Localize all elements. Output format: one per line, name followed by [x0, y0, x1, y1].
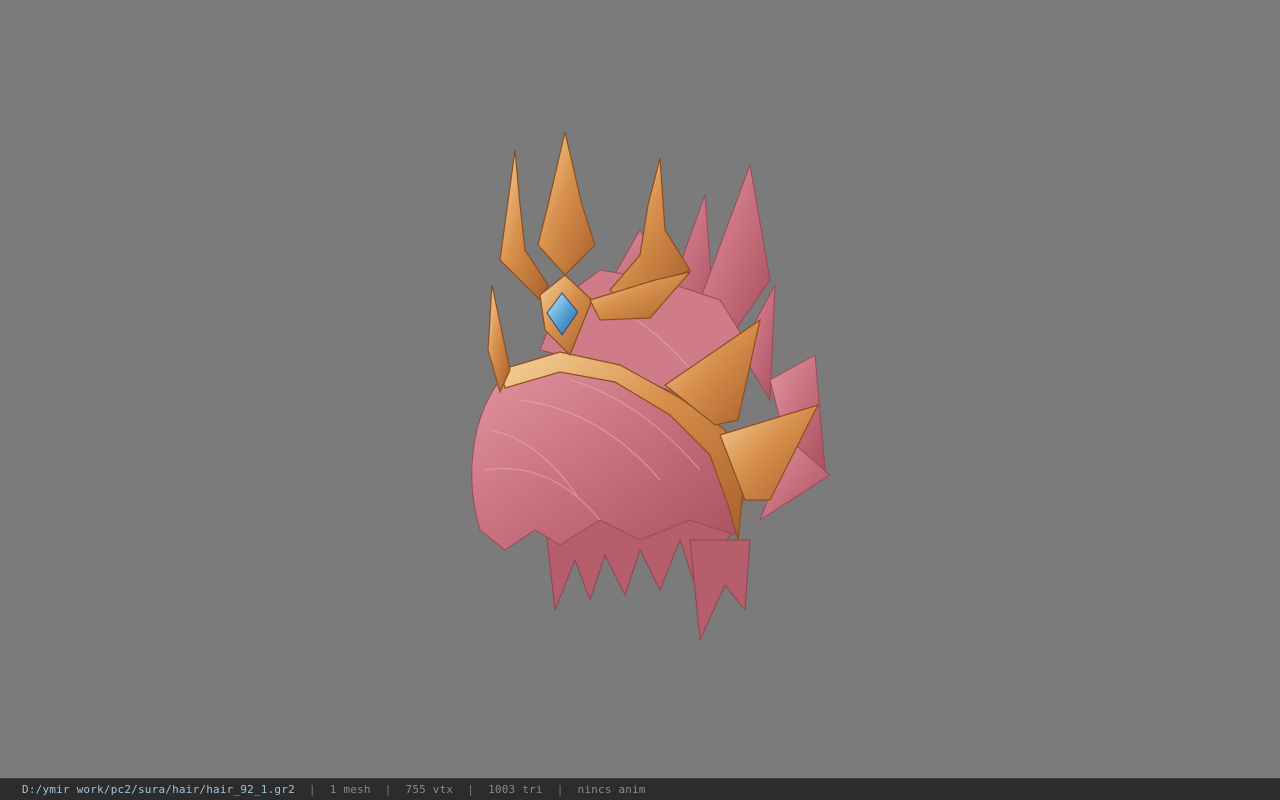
status-separator: | — [308, 783, 316, 796]
hair-crown-model — [471, 131, 831, 642]
triangle-count-text: 1003 tri — [488, 783, 543, 796]
status-bar: D:/ymir work/pc2/sura/hair/hair_92_1.gr2… — [0, 778, 1280, 800]
model-viewport[interactable] — [0, 0, 1280, 778]
mesh-count-text: 1 mesh — [329, 783, 371, 796]
vertex-count-text: 755 vtx — [405, 783, 454, 796]
file-path-text: D:/ymir work/pc2/sura/hair/hair_92_1.gr2 — [22, 783, 295, 796]
animation-status-text: nincs anim — [577, 783, 646, 796]
status-separator: | — [556, 783, 564, 796]
status-separator: | — [467, 783, 475, 796]
status-separator: | — [384, 783, 392, 796]
